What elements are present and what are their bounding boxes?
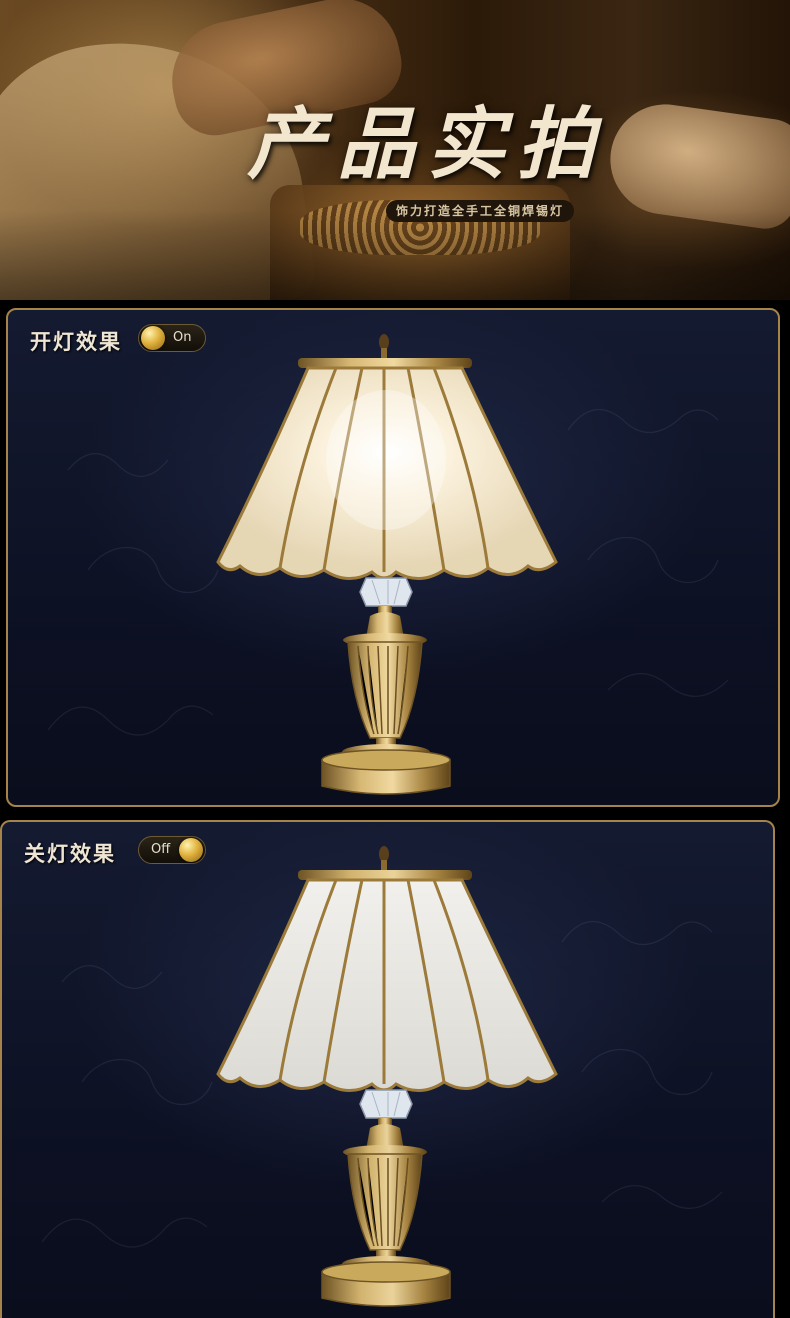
toggle-on-text: On bbox=[173, 330, 192, 345]
banner-title: 产品实拍 bbox=[246, 99, 607, 190]
toggle-off-text: Off bbox=[151, 842, 171, 857]
light-off-toggle[interactable]: Off bbox=[138, 836, 206, 864]
table-lamp-unlit bbox=[216, 846, 558, 1307]
light-off-panel: 关灯效果 Off bbox=[0, 820, 775, 1318]
light-on-toggle[interactable]: On bbox=[138, 324, 206, 352]
toggle-knob bbox=[141, 326, 165, 350]
light-on-panel: 开灯效果 On bbox=[6, 308, 780, 807]
toggle-knob bbox=[179, 838, 203, 862]
light-on-label: 开灯效果 bbox=[30, 329, 122, 354]
product-photo-banner: 产品实拍 饰力打造全手工全铜焊锡灯 bbox=[0, 0, 790, 300]
banner-subtitle: 饰力打造全手工全铜焊锡灯 bbox=[386, 200, 575, 222]
light-off-label: 关灯效果 bbox=[24, 841, 116, 866]
table-lamp-lit bbox=[216, 334, 558, 795]
